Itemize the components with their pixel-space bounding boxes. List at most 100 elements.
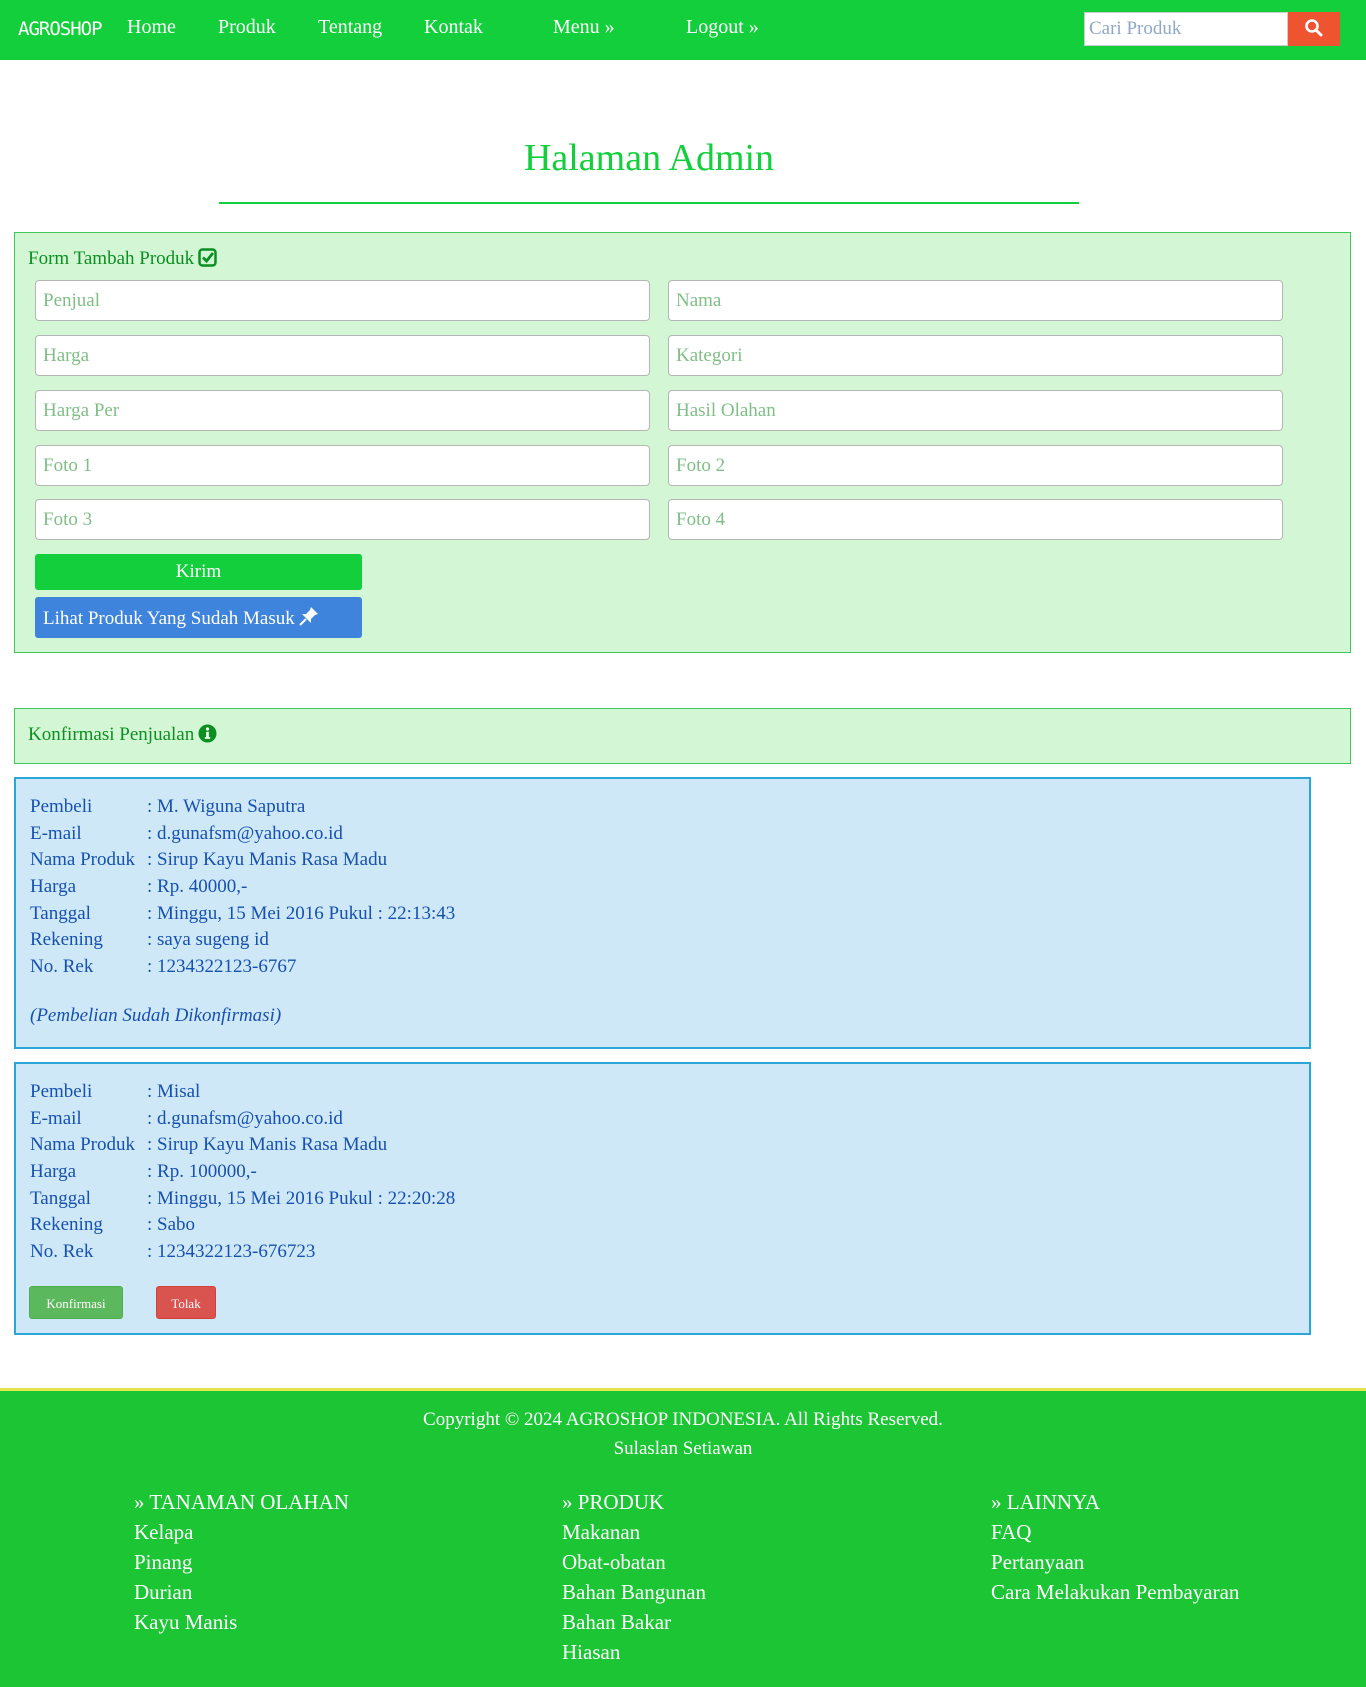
account-number-value: : 1234322123-6767: [147, 956, 297, 977]
field-label: E-mail: [30, 1108, 82, 1129]
search-icon: [1305, 18, 1323, 36]
buyer-row: Pembeli: M. Wiguna Saputra: [30, 796, 305, 822]
account-number-row: No. Rek : 1234322123-6767: [30, 956, 296, 982]
account-number-value: : 1234322123-676723: [147, 1241, 316, 1262]
view-products-label: Lihat Produk Yang Sudah Masuk: [43, 608, 295, 629]
price-value: : Rp. 40000,-: [147, 876, 248, 897]
hasil-olahan-field[interactable]: [668, 390, 1283, 431]
page-title: Halaman Admin: [523, 137, 775, 179]
account-value: : Sabo: [147, 1214, 196, 1235]
field-label: Tanggal: [30, 1188, 91, 1209]
product-name-row: Nama Produk : Sirup Kayu Manis Rasa Madu: [30, 1134, 387, 1160]
search-input[interactable]: [1084, 12, 1288, 46]
nav-kontak[interactable]: Kontak: [424, 16, 483, 39]
sales-confirmation-panel: Konfirmasi Penjualan: [14, 708, 1351, 764]
email-row: E-mail : d.gunafsm@yahoo.co.id: [30, 823, 343, 849]
footer-link[interactable]: Kelapa: [134, 1520, 349, 1550]
footer-heading: » LAINNYA: [991, 1490, 1101, 1514]
footer-links: » TANAMAN OLAHAN Kelapa Pinang Durian Ka…: [0, 1478, 1366, 1687]
confirmation-title-text: Konfirmasi Penjualan: [28, 724, 195, 745]
footer-link[interactable]: Pinang: [134, 1550, 349, 1580]
field-label: Harga: [30, 876, 77, 897]
harga-field[interactable]: [35, 335, 650, 376]
nav-home[interactable]: Home: [127, 16, 176, 39]
confirm-order-button[interactable]: Konfirmasi: [29, 1286, 123, 1319]
nama-field[interactable]: [668, 280, 1283, 321]
date-row: Tanggal : Minggu, 15 Mei 2016 Pukul : 22:…: [30, 903, 455, 929]
nav-logout[interactable]: Logout »: [686, 16, 759, 39]
footer-link[interactable]: FAQ: [991, 1520, 1239, 1550]
field-label: E-mail: [30, 823, 82, 844]
field-label: Nama Produk: [30, 1134, 136, 1155]
footer-link[interactable]: Bahan Bakar: [562, 1610, 706, 1640]
footer-heading: » PRODUK: [562, 1490, 665, 1514]
footer-link[interactable]: Makanan: [562, 1520, 706, 1550]
product-name-value: : Sirup Kayu Manis Rasa Madu: [147, 1134, 388, 1155]
check-square-icon: [198, 248, 217, 267]
foto-4-field[interactable]: [668, 499, 1283, 540]
brand-logo[interactable]: AGROSHOP: [18, 18, 103, 40]
price-row: Harga: Rp. 100000,-: [30, 1161, 257, 1187]
account-row: Rekening : Sabo: [30, 1214, 195, 1240]
buyer-value: : M. Wiguna Saputra: [147, 796, 306, 817]
copyright-text: Copyright © 2024 AGROSHOP INDONESIA. All…: [423, 1409, 943, 1430]
reject-order-button[interactable]: Tolak: [156, 1286, 216, 1319]
foto-1-field[interactable]: [35, 445, 650, 486]
email-row: E-mail : d.gunafsm@yahoo.co.id: [30, 1108, 343, 1134]
footer-link[interactable]: Obat-obatan: [562, 1550, 706, 1580]
order-card-1: Pembeli: M. Wiguna Saputra E-mail : d.gun…: [14, 777, 1311, 1049]
date-value: : Minggu, 15 Mei 2016 Pukul : 22:20:28: [147, 1188, 456, 1209]
confirmed-status-note: (Pembelian Sudah Dikonfirmasi): [30, 1005, 282, 1026]
email-value: : d.gunafsm@yahoo.co.id: [147, 823, 343, 844]
field-label: Harga: [30, 1161, 77, 1182]
footer-column-produk: » PRODUK Makanan Obat-obatan Bahan Bangu…: [562, 1490, 706, 1670]
author-text: Sulaslan Setiawan: [613, 1438, 753, 1459]
price-row: Harga : Rp. 40000,-: [30, 876, 247, 902]
view-products-button[interactable]: Lihat Produk Yang Sudah Masuk: [35, 597, 362, 638]
email-value: : d.gunafsm@yahoo.co.id: [147, 1108, 343, 1129]
foto-2-field[interactable]: [668, 445, 1283, 486]
field-label: Rekening: [30, 929, 103, 950]
form-title-text: Form Tambah Produk: [28, 248, 195, 269]
account-row: Rekening : saya sugeng id: [30, 929, 269, 955]
submit-button[interactable]: Kirim: [35, 554, 362, 590]
footer-heading: » TANAMAN OLAHAN: [134, 1490, 349, 1514]
pushpin-icon: [299, 607, 318, 626]
footer-link[interactable]: Pertanyaan: [991, 1550, 1239, 1580]
penjual-field[interactable]: [35, 280, 650, 321]
top-navbar: AGROSHOP Home Produk Tentang Kontak Menu…: [0, 0, 1366, 60]
title-divider: [219, 202, 1079, 204]
footer-link[interactable]: Durian: [134, 1580, 349, 1610]
footer-column-tanaman-olahan: » TANAMAN OLAHAN Kelapa Pinang Durian Ka…: [134, 1490, 349, 1640]
footer-column-lainnya: » LAINNYA FAQ Pertanyaan Cara Melakukan …: [991, 1490, 1239, 1610]
kategori-field[interactable]: [668, 335, 1283, 376]
date-value: : Minggu, 15 Mei 2016 Pukul : 22:13:43: [147, 903, 456, 924]
search-button[interactable]: [1288, 12, 1340, 46]
footer-copyright-bar: Copyright © 2024 AGROSHOP INDONESIA. All…: [0, 1388, 1366, 1481]
footer-link[interactable]: Bahan Bangunan: [562, 1580, 706, 1610]
footer-link[interactable]: Kayu Manis: [134, 1610, 349, 1640]
foto-3-field[interactable]: [35, 499, 650, 540]
nav-tentang[interactable]: Tentang: [318, 16, 382, 39]
order-card-2: Pembeli : Misal E-mail : d.gunafsm@yahoo.c…: [14, 1062, 1311, 1335]
date-row: Tanggal : Minggu, 15 Mei 2016 Pukul : 22:…: [30, 1188, 455, 1214]
confirmation-title: Konfirmasi Penjualan: [28, 724, 217, 746]
field-label: Nama Produk: [30, 849, 136, 870]
field-label: Tanggal: [30, 903, 91, 924]
product-name-value: : Sirup Kayu Manis Rasa Madu: [147, 849, 388, 870]
form-title: Form Tambah Produk: [28, 248, 217, 270]
footer-link[interactable]: Hiasan: [562, 1640, 706, 1670]
footer-link[interactable]: Cara Melakukan Pembayaran: [991, 1580, 1239, 1610]
field-label: No. Rek: [30, 956, 94, 977]
info-circle-icon: [198, 724, 217, 743]
buyer-value: : Misal: [147, 1081, 201, 1102]
buyer-row: Pembeli : Misal: [30, 1081, 200, 1107]
field-label: Rekening: [30, 1214, 103, 1235]
field-label: Pembeli: [30, 1081, 93, 1102]
field-label: No. Rek: [30, 1241, 94, 1262]
account-value: : saya sugeng id: [147, 929, 269, 950]
product-name-row: Nama Produk : Sirup Kayu Manis Rasa Madu: [30, 849, 387, 875]
nav-menu-dropdown[interactable]: Menu »: [553, 16, 615, 39]
harga-per-field[interactable]: [35, 390, 650, 431]
nav-produk[interactable]: Produk: [218, 16, 276, 39]
